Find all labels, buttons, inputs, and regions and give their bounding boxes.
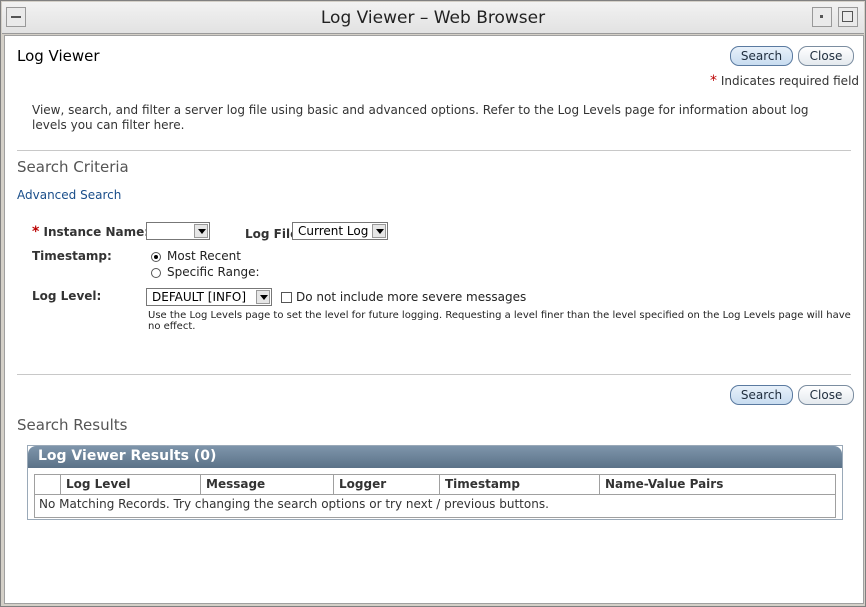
results-grid: Log Level Message Logger Timestamp Name-… (34, 474, 836, 518)
close-button-top[interactable]: Close (798, 46, 854, 66)
most-recent-label: Most Recent (167, 249, 241, 263)
page-title: Log Viewer (17, 47, 100, 65)
chevron-down-icon[interactable] (256, 290, 270, 304)
specific-range-radio[interactable] (151, 268, 161, 278)
chevron-down-icon[interactable] (194, 224, 208, 238)
chevron-down-icon[interactable] (372, 224, 386, 238)
results-table-header: Log Viewer Results (0) (28, 446, 842, 468)
exclude-severe-checkbox[interactable] (281, 292, 292, 303)
most-recent-radio[interactable] (151, 252, 161, 262)
log-level-value: DEFAULT [INFO] (152, 290, 247, 304)
window-titlebar: Log Viewer – Web Browser (2, 2, 864, 34)
instance-name-select[interactable] (146, 222, 210, 240)
log-level-select[interactable]: DEFAULT [INFO] (146, 288, 272, 306)
page-description: View, search, and filter a server log fi… (32, 103, 809, 132)
divider (17, 374, 851, 375)
maximize-icon[interactable] (838, 7, 858, 27)
log-file-value: Current Log (298, 224, 369, 238)
column-header-name-value-pairs[interactable]: Name-Value Pairs (600, 475, 835, 495)
column-header-timestamp[interactable]: Timestamp (440, 475, 600, 495)
browser-window: Log Viewer – Web Browser Log Viewer Sear… (0, 0, 866, 607)
column-header-logger[interactable]: Logger (334, 475, 440, 495)
log-file-select[interactable]: Current Log (292, 222, 388, 240)
required-note: * Indicates required field (710, 73, 859, 89)
search-criteria-title: Search Criteria (17, 158, 129, 176)
column-header-message[interactable]: Message (201, 475, 334, 495)
close-button-bottom[interactable]: Close (798, 385, 854, 405)
search-results-title: Search Results (17, 416, 128, 434)
search-button-bottom[interactable]: Search (730, 385, 793, 405)
required-note-text: Indicates required field (720, 74, 860, 88)
minimize-icon[interactable] (812, 7, 832, 27)
search-button-top[interactable]: Search (730, 46, 793, 66)
log-level-label: Log Level: (32, 289, 102, 303)
page-content: Log Viewer Search Close * Indicates requ… (4, 35, 864, 604)
column-header-log-level[interactable]: Log Level (61, 475, 201, 495)
log-level-help: Use the Log Levels page to set the level… (148, 310, 851, 332)
select-column-header[interactable] (35, 475, 61, 495)
results-table-title: Log Viewer Results (0) (38, 448, 217, 464)
required-star: * (710, 73, 717, 89)
required-star: * (32, 224, 40, 240)
specific-range-label: Specific Range: (167, 265, 260, 279)
no-records-message: No Matching Records. Try changing the se… (39, 497, 549, 511)
timestamp-label: Timestamp: (32, 249, 112, 263)
advanced-search-link[interactable]: Advanced Search (17, 188, 121, 202)
divider (17, 150, 851, 151)
exclude-severe-label: Do not include more severe messages (296, 290, 527, 304)
window-title: Log Viewer – Web Browser (320, 8, 546, 28)
results-table: Log Viewer Results (0) Log Level Message… (27, 445, 843, 520)
instance-name-label-text: Instance Name: (43, 225, 150, 239)
instance-name-label: * Instance Name: (32, 224, 149, 240)
